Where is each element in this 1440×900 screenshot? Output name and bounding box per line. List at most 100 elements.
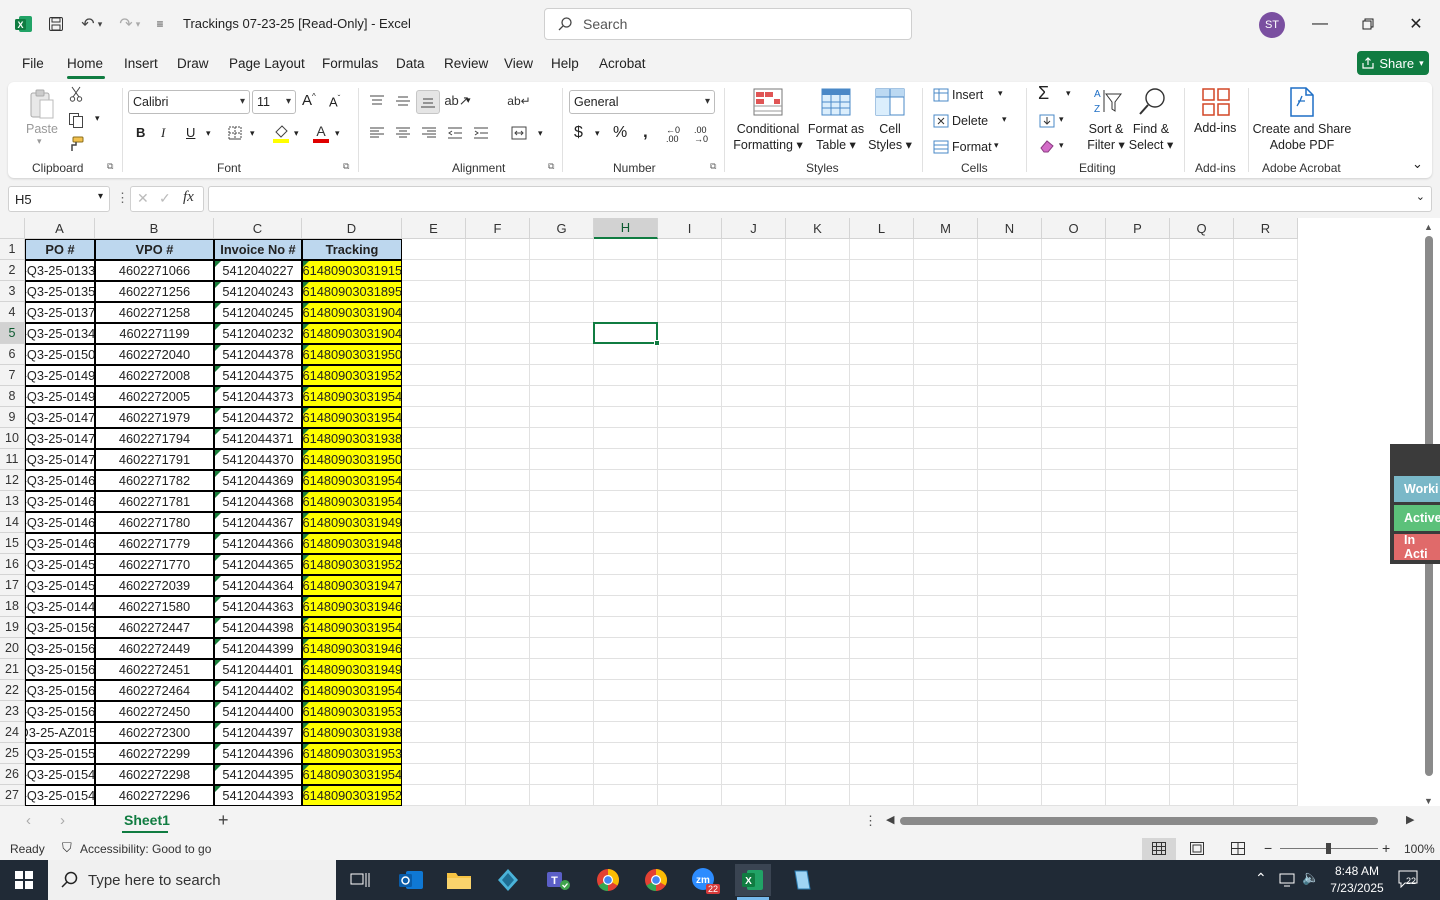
table-cell[interactable]: 4602272449: [95, 638, 214, 659]
user-avatar[interactable]: ST: [1259, 12, 1285, 38]
column-header-j[interactable]: J: [722, 218, 786, 239]
table-cell[interactable]: 4602272005: [95, 386, 214, 407]
zoom-out-icon[interactable]: −: [1264, 840, 1272, 856]
row-header[interactable]: 3: [0, 281, 25, 302]
addins-icon[interactable]: [1200, 86, 1232, 118]
row-header[interactable]: 8: [0, 386, 25, 407]
table-cell[interactable]: 4602271791: [95, 449, 214, 470]
table-cell[interactable]: 4602272040: [95, 344, 214, 365]
insert-dropdown-icon[interactable]: ▾: [998, 88, 1003, 99]
merge-center-icon[interactable]: [508, 122, 530, 144]
tab-data[interactable]: Data: [396, 56, 425, 71]
row-header[interactable]: 19: [0, 617, 25, 638]
table-cell[interactable]: 4602271256: [95, 281, 214, 302]
row-header[interactable]: 6: [0, 344, 25, 365]
table-cell[interactable]: 4602272447: [95, 617, 214, 638]
conditional-formatting-icon[interactable]: [752, 87, 784, 117]
column-header-b[interactable]: B: [95, 218, 214, 239]
header-cell[interactable]: Tracking: [302, 239, 402, 260]
volume-icon[interactable]: 🔈: [1302, 869, 1319, 886]
more-options-icon[interactable]: ⋮: [116, 190, 129, 206]
table-cell[interactable]: 1Z6148090303195491: [302, 407, 402, 428]
zoom-in-icon[interactable]: +: [1382, 840, 1390, 856]
fill-dropdown-icon[interactable]: ▾: [1059, 114, 1064, 125]
sort-filter-button[interactable]: Sort & Filter ▾: [1084, 121, 1128, 153]
page-layout-view-icon[interactable]: [1190, 842, 1206, 856]
taskbar-search[interactable]: Type here to search: [48, 860, 336, 900]
align-top-icon[interactable]: [366, 90, 388, 112]
table-cell[interactable]: US-Q3-25-01546-P: [25, 785, 95, 806]
table-cell[interactable]: US-Q3-25-01567-P: [25, 680, 95, 701]
table-cell[interactable]: 1Z6148090303195393: [302, 701, 402, 722]
tab-page-layout[interactable]: Page Layout: [229, 56, 305, 71]
table-cell[interactable]: US-Q3-25-01470-P: [25, 449, 95, 470]
notepad-app-icon[interactable]: [784, 864, 820, 896]
table-cell[interactable]: 5412040243: [214, 281, 302, 302]
table-cell[interactable]: 1Z6148090303191566: [302, 260, 402, 281]
insert-function-icon[interactable]: fx: [183, 189, 194, 206]
column-header-i[interactable]: I: [658, 218, 722, 239]
table-cell[interactable]: US-Q3-25-01469-P: [25, 470, 95, 491]
autosum-dropdown-icon[interactable]: ▾: [1066, 88, 1071, 99]
table-cell[interactable]: 4602271779: [95, 533, 214, 554]
percent-icon[interactable]: %: [613, 124, 627, 142]
table-cell[interactable]: 5412044368: [214, 491, 302, 512]
table-cell[interactable]: US-Q3-25-01458-P: [25, 575, 95, 596]
expand-formula-icon[interactable]: ⌄: [1416, 190, 1425, 203]
formula-input[interactable]: ⌄: [208, 186, 1432, 212]
table-cell[interactable]: 1Z6148090303195240: [302, 554, 402, 575]
insert-cells-label[interactable]: Insert: [952, 88, 983, 102]
scroll-right-icon[interactable]: ▶: [1406, 813, 1414, 826]
chrome-icon[interactable]: [590, 864, 626, 896]
table-cell[interactable]: 5412044400: [214, 701, 302, 722]
row-header[interactable]: 15: [0, 533, 25, 554]
table-cell[interactable]: US-Q3-25-01468-P: [25, 491, 95, 512]
table-cell[interactable]: 4602271066: [95, 260, 214, 281]
decrease-indent-icon[interactable]: [444, 122, 466, 144]
create-pdf-icon[interactable]: [1286, 86, 1318, 118]
worksheet-grid[interactable]: ABCDEFGHIJKLMNOPQR 1 2 3 4 5 6 7 8 9 10 11 12 13 14 15…: [0, 218, 1440, 806]
accessibility-icon[interactable]: ⛉: [62, 840, 72, 856]
decrease-font-icon[interactable]: Aˇ: [329, 94, 340, 109]
column-header-a[interactable]: A: [25, 218, 95, 239]
scroll-left-icon[interactable]: ◀: [886, 813, 894, 826]
underline-dropdown-icon[interactable]: ▾: [206, 128, 211, 139]
table-cell[interactable]: 1Z6148090303194634: [302, 596, 402, 617]
format-painter-icon[interactable]: [66, 134, 86, 154]
alignment-launcher-icon[interactable]: ⧉: [548, 161, 554, 172]
table-cell[interactable]: 1Z6148090303194670: [302, 638, 402, 659]
row-header[interactable]: 25: [0, 743, 25, 764]
column-header-n[interactable]: N: [978, 218, 1042, 239]
copy-dropdown-icon[interactable]: ▾: [95, 113, 100, 124]
table-cell[interactable]: 1Z6148090303194910: [302, 512, 402, 533]
table-cell[interactable]: US-Q3-25-01333-P: [25, 260, 95, 281]
table-cell[interactable]: 1Z6148090303195437: [302, 764, 402, 785]
table-cell[interactable]: 4602271770: [95, 554, 214, 575]
orientation-icon[interactable]: ab↗: [444, 90, 469, 112]
chrome-profile-icon[interactable]: [638, 864, 674, 896]
paste-icon[interactable]: [28, 88, 56, 122]
table-cell[interactable]: US-Q3-25-01459-P: [25, 554, 95, 575]
table-cell[interactable]: US-Q3-25-01563-P: [25, 659, 95, 680]
table-cell[interactable]: US-Q3-25-01446-P: [25, 596, 95, 617]
orientation-dropdown-icon[interactable]: ▾: [466, 95, 471, 106]
align-center-icon[interactable]: [392, 122, 414, 144]
task-view-icon[interactable]: [342, 864, 378, 896]
column-header-h[interactable]: H: [594, 218, 658, 239]
collapse-ribbon-icon[interactable]: ⌄: [1412, 156, 1423, 172]
teams-icon[interactable]: T: [540, 864, 576, 896]
tab-file[interactable]: File: [22, 56, 44, 71]
borders-dropdown-icon[interactable]: ▾: [250, 128, 255, 139]
table-cell[interactable]: 5412044363: [214, 596, 302, 617]
row-header[interactable]: 16: [0, 554, 25, 575]
column-header-r[interactable]: R: [1234, 218, 1298, 239]
clear-icon[interactable]: [1038, 137, 1056, 155]
fill-handle[interactable]: [654, 340, 660, 346]
table-cell[interactable]: 4602271782: [95, 470, 214, 491]
header-cell[interactable]: Invoice No #: [214, 239, 302, 260]
column-header-q[interactable]: Q: [1170, 218, 1234, 239]
table-cell[interactable]: 5412040227: [214, 260, 302, 281]
row-header[interactable]: 23: [0, 701, 25, 722]
fill-color-dropdown-icon[interactable]: ▾: [294, 128, 299, 139]
tab-draw[interactable]: Draw: [177, 56, 209, 71]
